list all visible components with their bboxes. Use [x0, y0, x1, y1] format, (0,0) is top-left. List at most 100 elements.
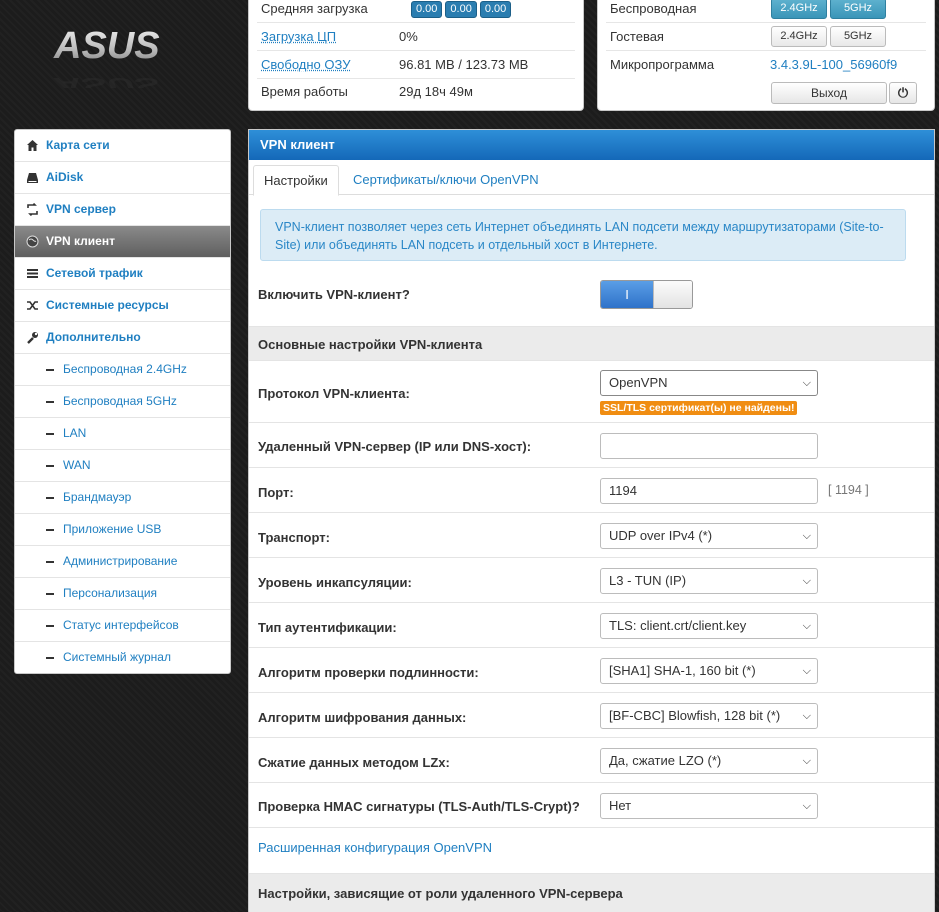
chevron-down-icon: ⌵: [802, 755, 811, 767]
load-15min-badge: 0.00: [479, 1, 512, 19]
section-basic: Основные настройки VPN-клиента: [249, 326, 934, 361]
tab-bar: Настройки Сертификаты/ключи OpenVPN: [249, 160, 934, 196]
wireless-5g-button[interactable]: 5GHz: [830, 0, 886, 19]
hash-algorithm-row: Алгоритм проверки подлинности:: [249, 647, 934, 693]
guest-2g-button[interactable]: 2.4GHz: [771, 26, 827, 47]
guest-5g-button[interactable]: 5GHz: [830, 26, 886, 47]
hash-algorithm-select[interactable]: [SHA1] SHA-1, 160 bit (*) ⌵: [600, 658, 818, 684]
sidebar-item-aidisk[interactable]: AiDisk: [15, 162, 230, 194]
sidebar-item-personalization[interactable]: Персонализация: [15, 578, 230, 610]
protocol-row: Протокол VPN-клиента:: [249, 360, 934, 423]
cipher-select[interactable]: [BF-CBC] Blowfish, 128 bit (*) ⌵: [600, 703, 818, 729]
firmware-label: Микропрограмма: [610, 57, 715, 72]
dash-icon: [46, 401, 54, 403]
sidebar-item-wan[interactable]: WAN: [15, 450, 230, 482]
uptime-label: Время работы: [261, 84, 348, 99]
sidebar-item-vpn-client[interactable]: VPN клиент: [15, 226, 230, 258]
enable-row: Включить VPN-клиент?: [249, 271, 934, 315]
logout-button[interactable]: Выход: [771, 82, 887, 104]
sidebar-item-vpn-server[interactable]: VPN сервер: [15, 194, 230, 226]
free-ram-row: Свободно ОЗУ 96.81 MB / 123.73 MB: [261, 51, 575, 78]
sidebar-item-interface-status[interactable]: Статус интерфейсов: [15, 610, 230, 642]
port-default-hint: [ 1194 ]: [828, 483, 869, 497]
protocol-select[interactable]: OpenVPN ⌵: [600, 370, 818, 396]
dash-icon: [46, 625, 54, 627]
toggle-off-part: [653, 281, 692, 308]
advanced-config-link[interactable]: Расширенная конфигурация OpenVPN: [258, 840, 492, 855]
sidebar-item-advanced[interactable]: Дополнительно: [15, 322, 230, 354]
sidebar-item-lan[interactable]: LAN: [15, 418, 230, 450]
dash-icon: [46, 561, 54, 563]
dash-icon: [46, 433, 54, 435]
sidebar-item-network-map[interactable]: Карта сети: [15, 130, 230, 162]
dash-icon: [46, 529, 54, 531]
section-server-role: Настройки, зависящие от роли удаленного …: [249, 873, 934, 912]
firmware-link[interactable]: 3.4.3.9L-100_56960f9: [770, 51, 897, 78]
shuffle-icon: [26, 299, 39, 312]
compression-select[interactable]: Да, сжатие LZO (*) ⌵: [600, 748, 818, 774]
disk-icon: [26, 171, 39, 184]
uptime-row: Время работы 29д 18ч 49м: [261, 78, 575, 105]
server-input[interactable]: [600, 433, 818, 459]
toggle-on-part: I: [601, 281, 653, 308]
section-server-role-title: Настройки, зависящие от роли удаленного …: [258, 886, 623, 901]
system-status-panel: Средняя загрузка 0.00 0.00 0.00 Загрузка Ц…: [248, 0, 584, 111]
globe-icon: [26, 235, 39, 248]
asus-logo: ASUS ASUS: [40, 18, 210, 94]
server-row: Удаленный VPN-сервер (IP или DNS-хост):: [249, 422, 934, 468]
load-average-row: Средняя загрузка 0.00 0.00 0.00: [261, 0, 575, 22]
enable-label: Включить VPN-клиент?: [258, 287, 410, 302]
firmware-row: Микропрограмма 3.4.3.9L-100_56960f9: [610, 51, 926, 78]
cpu-load-value: 0%: [399, 29, 418, 44]
chevron-down-icon: ⌵: [802, 530, 811, 542]
chevron-down-icon: ⌵: [802, 620, 811, 632]
wireless-status-panel: Беспроводная 2.4GHz 5GHz Гостевая 2.4GHz…: [597, 0, 935, 111]
sidebar-item-administration[interactable]: Администрирование: [15, 546, 230, 578]
sidebar-item-usb-app[interactable]: Приложение USB: [15, 514, 230, 546]
cipher-label: Алгоритм шифрования данных:: [258, 710, 467, 725]
load-5min-badge: 0.00: [445, 1, 477, 19]
cipher-row: Алгоритм шифрования данных:: [249, 692, 934, 738]
cpu-load-link[interactable]: Загрузка ЦП: [261, 23, 336, 50]
tab-settings[interactable]: Настройки: [253, 165, 339, 196]
chevron-down-icon: ⌵: [802, 710, 811, 722]
sidebar-item-system-log[interactable]: Системный журнал: [15, 642, 230, 673]
power-button[interactable]: ⏻: [889, 82, 917, 104]
chevron-down-icon: ⌵: [802, 665, 811, 677]
hmac-select[interactable]: Нет ⌵: [600, 793, 818, 819]
vpn-server-icon: [26, 202, 39, 217]
traffic-icon: [26, 267, 39, 280]
free-ram-link[interactable]: Свободно ОЗУ: [261, 51, 350, 78]
svg-text:ASUS: ASUS: [53, 74, 160, 88]
sidebar-item-system-resources[interactable]: Системные ресурсы: [15, 290, 230, 322]
dash-icon: [46, 657, 54, 659]
encapsulation-select[interactable]: L3 - TUN (IP) ⌵: [600, 568, 818, 594]
encapsulation-row: Уровень инкапсуляции:: [249, 557, 934, 603]
chevron-down-icon: ⌵: [802, 377, 811, 389]
sidebar-item-wireless-2g[interactable]: Беспроводная 2.4GHz: [15, 354, 230, 386]
page-title: VPN клиент: [249, 130, 934, 160]
advanced-link-row: Расширенная конфигурация OpenVPN: [249, 827, 934, 874]
wrench-icon: [26, 331, 39, 344]
home-icon: [26, 139, 39, 152]
main-panel: VPN клиент Настройки Сертификаты/ключи O…: [248, 129, 935, 912]
uptime-value: 29д 18ч 49м: [399, 84, 473, 99]
sidebar-item-traffic[interactable]: Сетевой трафик: [15, 258, 230, 290]
protocol-label: Протокол VPN-клиента:: [258, 386, 410, 401]
sidebar-item-wireless-5g[interactable]: Беспроводная 5GHz: [15, 386, 230, 418]
tab-certificates[interactable]: Сертификаты/ключи OpenVPN: [343, 165, 549, 194]
auth-type-select[interactable]: TLS: client.crt/client.key ⌵: [600, 613, 818, 639]
dash-icon: [46, 497, 54, 499]
load-average-values: 0.00 0.00 0.00: [411, 0, 514, 22]
port-input[interactable]: 1194: [600, 478, 818, 504]
enable-vpn-toggle[interactable]: I: [600, 280, 693, 309]
info-box: VPN-клиент позволяет через сеть Интернет…: [260, 209, 906, 261]
wireless-label: Беспроводная: [610, 1, 697, 16]
sidebar-item-firewall[interactable]: Брандмауэр: [15, 482, 230, 514]
load-1min-badge: 0.00: [411, 1, 443, 19]
guest-label: Гостевая: [610, 29, 664, 44]
load-average-label: Средняя загрузка: [261, 1, 368, 16]
wireless-2g-button[interactable]: 2.4GHz: [771, 0, 827, 19]
compression-row: Сжатие данных методом LZx:: [249, 737, 934, 783]
transport-select[interactable]: UDP over IPv4 (*) ⌵: [600, 523, 818, 549]
